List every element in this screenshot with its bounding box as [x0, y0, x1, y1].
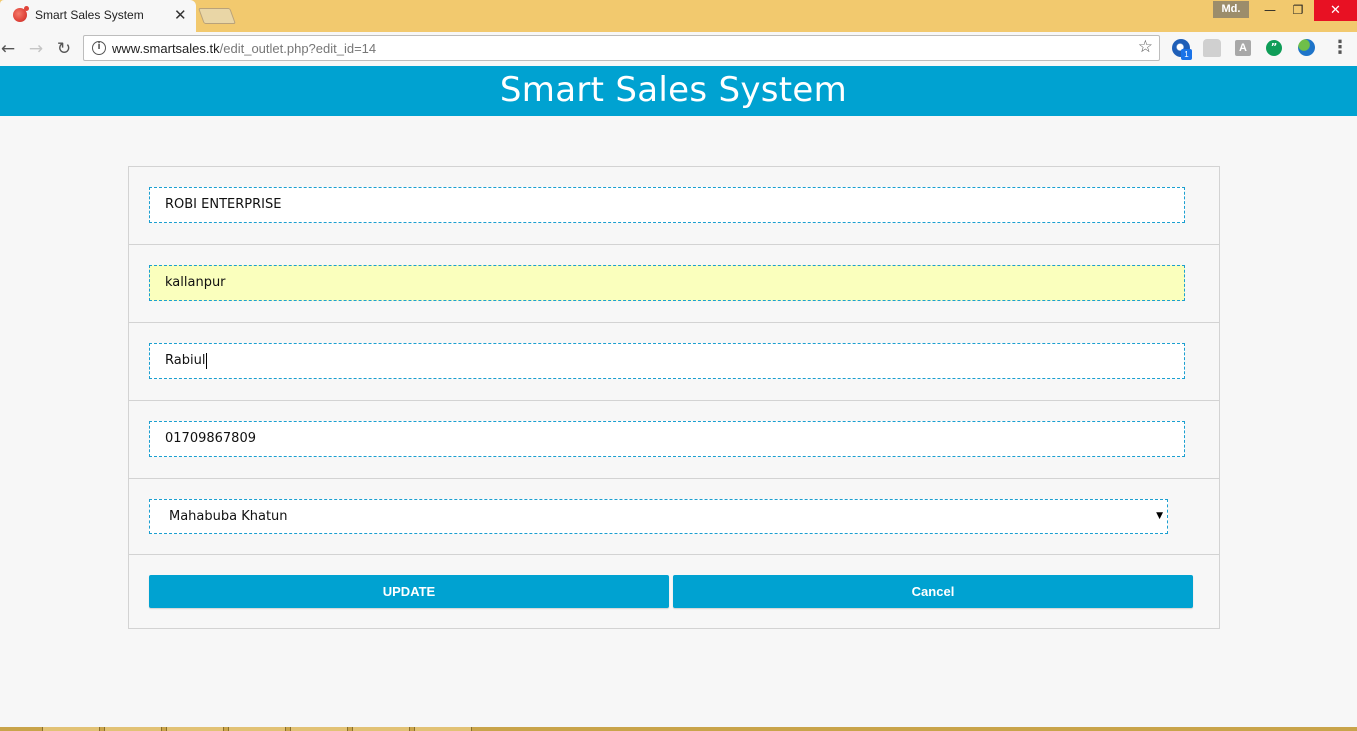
taskbar-item[interactable] — [228, 727, 286, 731]
url-path: /edit_outlet.php?edit_id=14 — [219, 41, 377, 56]
browser-tab[interactable]: Smart Sales System ✕ — [0, 0, 196, 32]
taskbar-item[interactable] — [166, 727, 224, 731]
dropdown-arrow-icon: ▼ — [1156, 511, 1163, 521]
url-text[interactable]: www.smartsales.tk/edit_outlet.php?edit_i… — [112, 41, 376, 56]
form-row-phone: 01709867809 — [129, 401, 1219, 479]
new-tab-button[interactable] — [198, 8, 236, 24]
extension-badge: 1 — [1181, 49, 1192, 60]
taskbar-item[interactable] — [290, 727, 348, 731]
reload-icon[interactable]: ↻ — [52, 37, 76, 61]
outlet-name-input[interactable]: ROBI ENTERPRISE — [149, 187, 1185, 223]
tab-close-icon[interactable]: ✕ — [174, 6, 187, 24]
owner-name-value: Rabiul — [165, 353, 206, 368]
assigned-to-value: Mahabuba Khatun — [169, 509, 288, 524]
url-host: www.smartsales.tk — [112, 41, 220, 56]
taskbar-item[interactable] — [42, 727, 100, 731]
text-caret — [206, 352, 208, 369]
extension-earth-icon[interactable] — [1298, 39, 1315, 56]
extension-quote-icon[interactable]: ” — [1266, 40, 1282, 56]
address-input[interactable]: kallanpur — [149, 265, 1185, 301]
address-bar[interactable]: i www.smartsales.tk/edit_outlet.php?edit… — [83, 35, 1160, 61]
minimize-window-icon[interactable]: — — [1256, 0, 1284, 21]
profile-button[interactable]: Md. — [1213, 1, 1249, 18]
site-header: Smart Sales System — [0, 66, 1357, 116]
bookmark-star-icon[interactable]: ☆ — [1138, 37, 1153, 57]
owner-name-input[interactable]: Rabiul — [149, 343, 1185, 379]
form-row-outlet-name: ROBI ENTERPRISE — [129, 167, 1219, 245]
form-row-owner: Rabiul — [129, 323, 1219, 401]
back-arrow-icon[interactable]: ← — [0, 37, 20, 61]
forward-arrow-icon[interactable]: → — [24, 37, 48, 61]
site-favicon-icon — [13, 6, 29, 22]
browser-titlebar: Smart Sales System ✕ Md. — ❐ ✕ — [0, 0, 1357, 32]
browser-menu-icon[interactable]: ⋮ — [1331, 37, 1349, 58]
taskbar-item[interactable] — [352, 727, 410, 731]
update-button[interactable]: UPDATE — [149, 575, 669, 608]
taskbar-edge — [0, 727, 1357, 731]
extension-android-icon[interactable] — [1203, 39, 1221, 57]
assigned-to-select[interactable]: Mahabuba Khatun ▼ — [149, 499, 1168, 534]
edit-outlet-form: ROBI ENTERPRISE kallanpur Rabiul 0170986… — [128, 166, 1220, 629]
taskbar-item[interactable] — [104, 727, 162, 731]
browser-toolbar: ← → ↻ i www.smartsales.tk/edit_outlet.ph… — [0, 32, 1357, 66]
phone-input[interactable]: 01709867809 — [149, 421, 1185, 457]
extension-a-icon[interactable]: A — [1235, 40, 1251, 56]
form-row-assigned: Mahabuba Khatun ▼ — [129, 479, 1219, 555]
tab-title: Smart Sales System — [35, 8, 144, 22]
cancel-button[interactable]: Cancel — [673, 575, 1193, 608]
restore-window-icon[interactable]: ❐ — [1284, 0, 1312, 21]
form-row-address: kallanpur — [129, 245, 1219, 323]
site-info-icon[interactable]: i — [92, 41, 106, 55]
close-window-icon[interactable]: ✕ — [1314, 0, 1357, 21]
taskbar-item[interactable] — [414, 727, 472, 731]
page-title: Smart Sales System — [499, 70, 848, 110]
